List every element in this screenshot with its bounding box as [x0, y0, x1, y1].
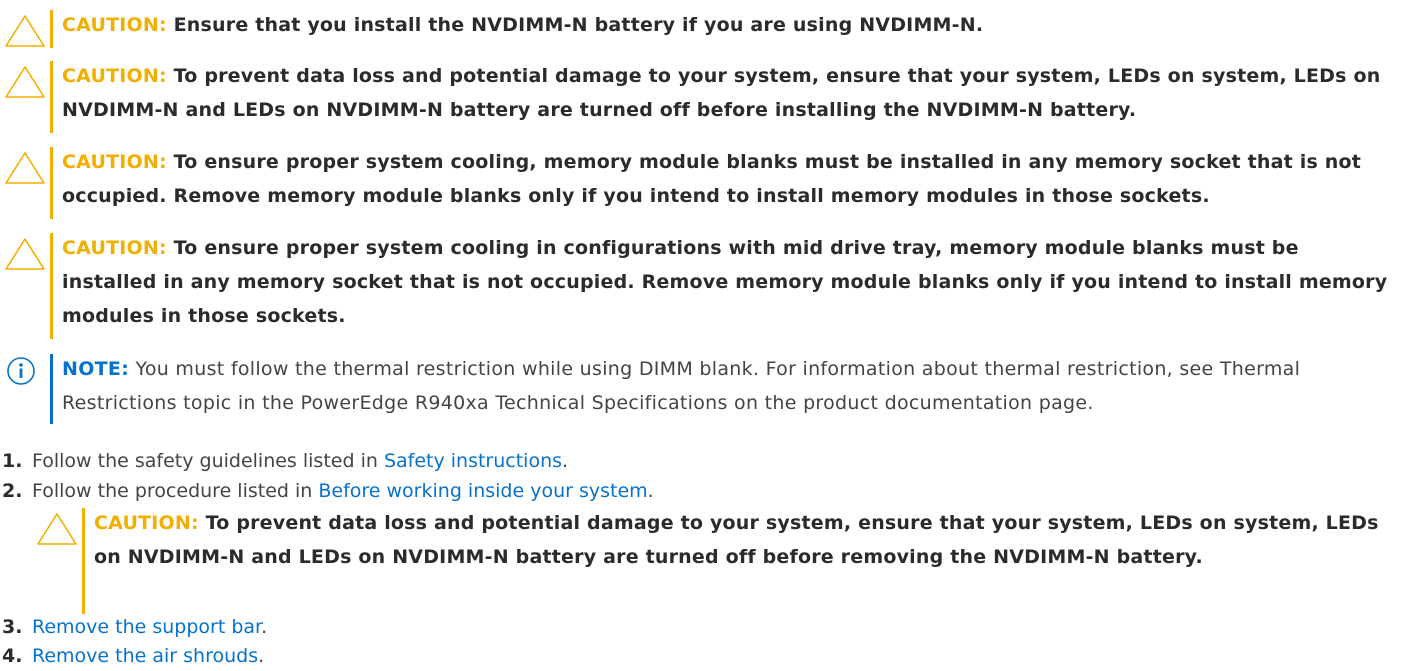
step-text: Follow the procedure listed in: [32, 480, 319, 502]
caution-text: CAUTION: Ensure that you install the NVD…: [62, 8, 1393, 42]
step-number: 4.: [2, 645, 23, 667]
step-suffix: .: [258, 645, 265, 667]
caution-label: CAUTION:: [62, 151, 167, 173]
caution-bar: [50, 10, 53, 48]
step-number: 3.: [2, 616, 23, 638]
caution-block: CAUTION: Ensure that you install the NVD…: [0, 10, 1411, 48]
caution-label: CAUTION:: [62, 65, 167, 87]
step-suffix: .: [562, 450, 569, 472]
info-circle-icon: [7, 357, 35, 385]
step-number: 1.: [2, 450, 23, 472]
caution-bar: [82, 508, 85, 614]
before-working-inside-link[interactable]: Before working inside your system: [318, 480, 647, 502]
warning-triangle-icon: [37, 513, 77, 545]
step-caution-block: CAUTION: To prevent data loss and potent…: [32, 508, 1411, 614]
caution-text: CAUTION: To ensure proper system cooling…: [62, 231, 1393, 333]
remove-support-bar-link[interactable]: Remove the support bar: [32, 616, 261, 638]
caution-label: CAUTION:: [62, 237, 167, 259]
caution-label: CAUTION:: [94, 512, 199, 534]
caution-bar: [50, 61, 53, 133]
caution-message: Ensure that you install the NVDIMM-N bat…: [173, 14, 984, 36]
safety-instructions-link[interactable]: Safety instructions: [384, 450, 562, 472]
caution-label: CAUTION:: [62, 14, 167, 36]
step-suffix: .: [647, 480, 654, 502]
step-suffix: .: [261, 616, 268, 638]
note-text: NOTE: You must follow the thermal restri…: [62, 352, 1393, 420]
caution-message: To ensure proper system cooling, memory …: [62, 151, 1362, 207]
warning-triangle-icon: [5, 15, 45, 47]
caution-message: To prevent data loss and potential damag…: [62, 65, 1381, 121]
caution-bar: [50, 147, 53, 219]
caution-block: CAUTION: To ensure proper system cooling…: [0, 233, 1411, 339]
warning-triangle-icon: [5, 152, 45, 184]
caution-block: CAUTION: To ensure proper system cooling…: [0, 147, 1411, 219]
caution-text: CAUTION: To prevent data loss and potent…: [94, 506, 1393, 574]
warning-triangle-icon: [5, 66, 45, 98]
caution-text: CAUTION: To ensure proper system cooling…: [62, 145, 1393, 213]
caution-text: CAUTION: To prevent data loss and potent…: [62, 59, 1393, 127]
caution-block: CAUTION: To prevent data loss and potent…: [0, 61, 1411, 133]
note-label: NOTE:: [62, 358, 130, 380]
step-number: 2.: [2, 480, 23, 502]
note-message: You must follow the thermal restriction …: [62, 358, 1301, 414]
caution-bar: [50, 233, 53, 339]
remove-air-shrouds-link[interactable]: Remove the air shrouds: [32, 645, 258, 667]
note-block: NOTE: You must follow the thermal restri…: [0, 354, 1411, 424]
caution-message: To prevent data loss and potential damag…: [94, 512, 1379, 568]
warning-triangle-icon: [5, 238, 45, 270]
caution-message: To ensure proper system cooling in confi…: [62, 237, 1388, 327]
note-bar: [50, 354, 53, 424]
step-text: Follow the safety guidelines listed in: [32, 450, 384, 472]
